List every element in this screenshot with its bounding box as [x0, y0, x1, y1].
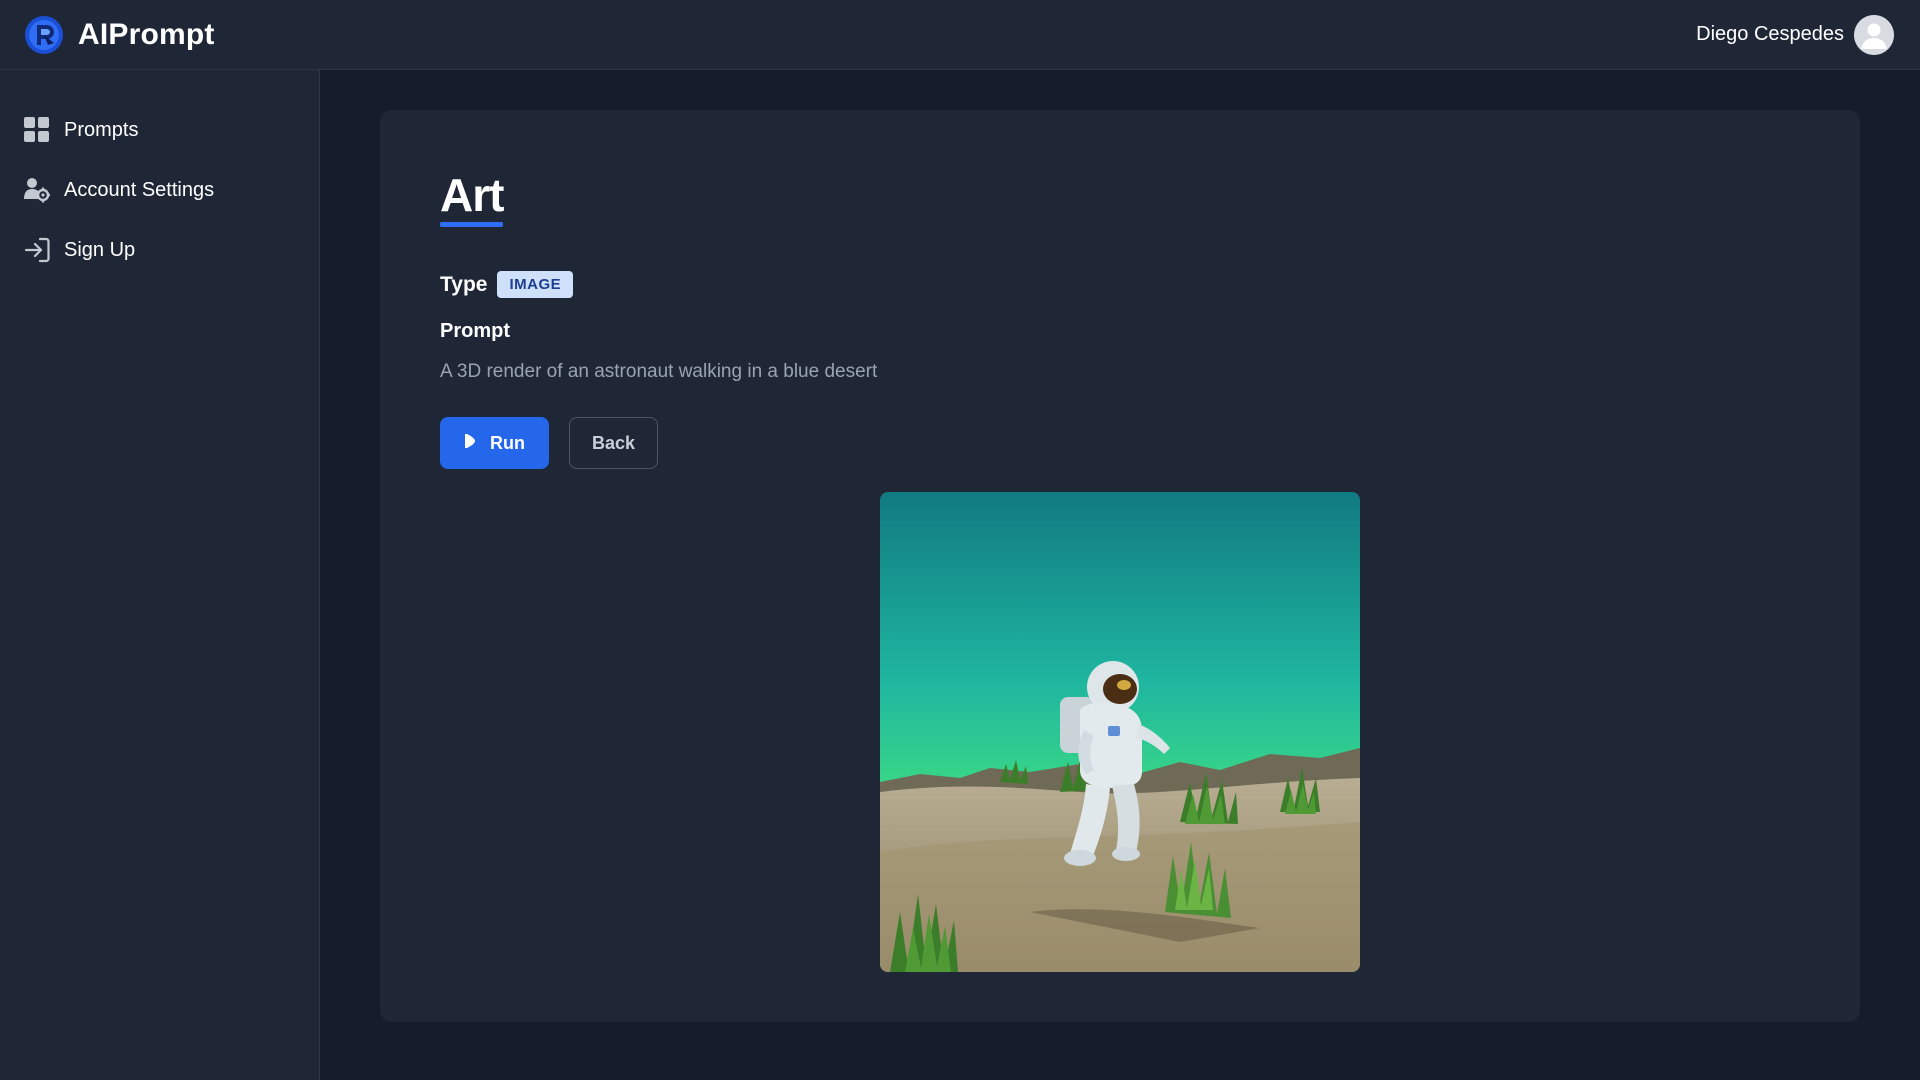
type-label: Type [440, 272, 488, 296]
prompt-detail-card: Art Type IMAGE Prompt A 3D render of an … [380, 110, 1860, 1022]
sign-in-icon [24, 237, 50, 263]
page-title-wrap: Art [440, 169, 504, 227]
sidebar: Prompts Account Settings Sign Up [0, 70, 320, 1080]
user-avatar-icon[interactable] [1854, 14, 1894, 55]
aiprompt-logo-icon [24, 15, 64, 55]
back-label: Back [591, 432, 636, 453]
prompt-label: Prompt [440, 320, 510, 342]
type-badge: IMAGE [497, 271, 574, 298]
user-menu[interactable]: Diego Cespedes [1696, 14, 1894, 55]
sidebar-item-label: Prompts [64, 118, 139, 141]
action-buttons: Run Back [440, 417, 1800, 469]
sidebar-item-prompts[interactable]: Prompts [0, 108, 319, 152]
user-name: Diego Cespedes [1696, 23, 1844, 45]
sidebar-item-account-settings[interactable]: Account Settings [0, 168, 319, 212]
page-title: Art [440, 169, 504, 221]
app-name: AIPrompt [78, 17, 215, 51]
prompt-text: A 3D render of an astronaut walking in a… [440, 361, 878, 382]
grid-icon [24, 117, 50, 143]
user-gear-icon [24, 177, 50, 203]
play-icon [464, 433, 476, 454]
sidebar-item-sign-up[interactable]: Sign Up [0, 228, 319, 272]
astronaut-walking-in-desert-image [880, 492, 1360, 972]
top-header: AIPrompt Diego Cespedes [0, 0, 1920, 70]
back-button[interactable]: Back [569, 417, 658, 469]
run-label: Run [490, 432, 525, 453]
sidebar-item-label: Sign Up [64, 238, 136, 261]
title-underline [440, 222, 504, 227]
sidebar-item-label: Account Settings [64, 178, 215, 201]
brand[interactable]: AIPrompt [24, 15, 215, 55]
run-button[interactable]: Run [440, 417, 549, 469]
type-row: Type IMAGE [440, 271, 1800, 298]
